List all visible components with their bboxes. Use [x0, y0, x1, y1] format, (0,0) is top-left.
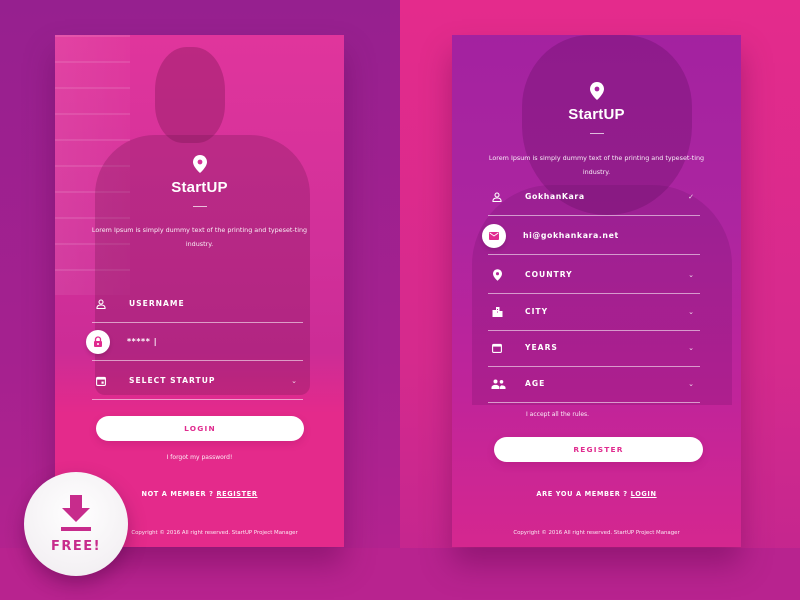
free-label: FREE!	[50, 539, 102, 554]
login-link[interactable]: LOGIN	[631, 490, 657, 498]
background-bottom	[0, 548, 800, 600]
username-field[interactable]: GokhanKara ✓	[488, 178, 700, 216]
years-dropdown[interactable]: YEARS ⌄	[488, 329, 700, 367]
chevron-down-icon: ⌄	[688, 379, 694, 388]
login-prompt: ARE YOU A MEMBER ? LOGIN	[452, 490, 741, 498]
password-field[interactable]: ***** |	[86, 323, 303, 361]
register-link[interactable]: REGISTER	[216, 490, 257, 498]
brand-name: StartUP	[171, 179, 228, 196]
age-label: AGE	[525, 379, 546, 388]
chevron-down-icon: ⌄	[688, 343, 694, 352]
chevron-down-icon: ⌄	[291, 376, 297, 385]
email-field[interactable]: hi@gokhankara.net	[482, 217, 700, 255]
brand-header: StartUP	[55, 155, 344, 207]
member-prompt-text: ARE YOU A MEMBER ?	[536, 490, 628, 498]
password-input[interactable]: ***** |	[127, 337, 303, 346]
city-label: CITY	[525, 307, 549, 316]
location-icon	[490, 268, 504, 282]
user-icon	[490, 190, 504, 204]
email-value[interactable]: hi@gokhankara.net	[523, 231, 700, 240]
register-button[interactable]: REGISTER	[494, 437, 703, 462]
country-label: COUNTRY	[525, 270, 573, 279]
description: Lorem Ipsum is simply dummy text of the …	[488, 154, 705, 176]
download-icon	[61, 495, 91, 531]
divider	[589, 133, 604, 134]
select-startup-dropdown[interactable]: SELECT STARTUP ⌄	[92, 362, 303, 400]
description: Lorem Ipsum is simply dummy text of the …	[91, 226, 308, 248]
login-screen: StartUP Lorem Ipsum is simply dummy text…	[55, 35, 344, 547]
brand-name: StartUP	[568, 106, 625, 123]
age-dropdown[interactable]: AGE ⌄	[488, 365, 700, 403]
city-dropdown[interactable]: CITY ⌄	[488, 293, 700, 331]
chevron-down-icon: ⌄	[688, 270, 694, 279]
people-icon	[490, 377, 506, 391]
select-startup-label: SELECT STARTUP	[129, 376, 216, 385]
calendar-icon	[490, 341, 504, 355]
check-icon: ✓	[688, 192, 694, 201]
country-dropdown[interactable]: COUNTRY ⌄	[488, 256, 700, 294]
city-icon	[490, 305, 504, 319]
map-pin-icon	[192, 155, 207, 173]
years-label: YEARS	[525, 343, 558, 352]
free-download-badge[interactable]: FREE!	[24, 472, 128, 576]
username-field[interactable]	[92, 285, 303, 323]
lock-icon	[86, 329, 110, 354]
login-button[interactable]: LOGIN	[96, 416, 304, 441]
forgot-password-link[interactable]: I forgot my password!	[55, 454, 344, 461]
chevron-down-icon: ⌄	[688, 307, 694, 316]
username-input[interactable]	[129, 299, 303, 308]
divider	[192, 206, 207, 207]
username-value[interactable]: GokhanKara	[525, 192, 686, 201]
calendar-icon	[94, 374, 108, 388]
member-prompt-text: NOT A MEMBER ?	[141, 490, 214, 498]
copyright: Copyright © 2016 All right reserved. Sta…	[513, 530, 680, 536]
map-pin-icon	[589, 82, 604, 100]
brand-header: StartUP	[452, 82, 741, 134]
mail-icon	[482, 223, 506, 248]
accept-rules-checkbox[interactable]: I accept all the rules.	[452, 411, 741, 418]
user-icon	[94, 297, 108, 311]
register-screen: StartUP Lorem Ipsum is simply dummy text…	[452, 35, 741, 547]
